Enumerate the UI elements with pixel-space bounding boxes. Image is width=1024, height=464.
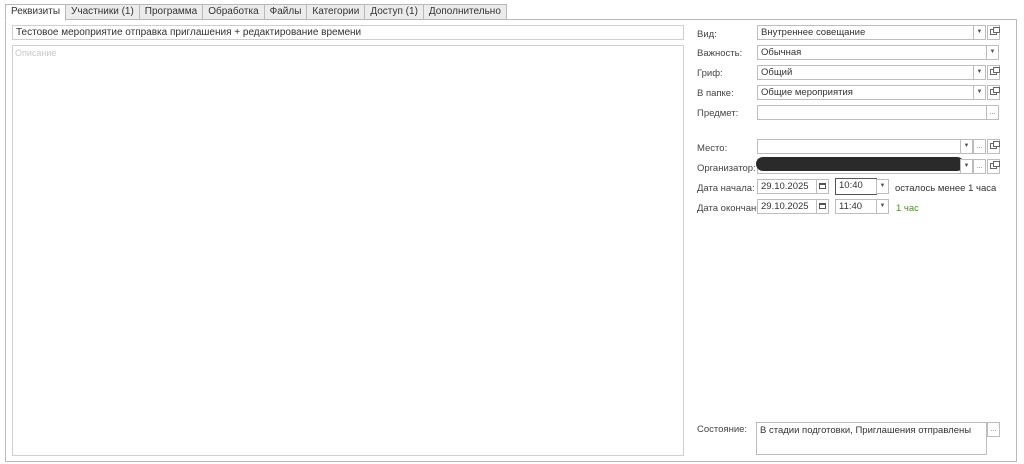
vid-label: Вид: — [697, 29, 717, 40]
end-time-field[interactable]: 11:40 — [835, 199, 877, 214]
tab-bar: Реквизиты Участники (1) Программа Обрабо… — [5, 4, 507, 21]
end-time-dropdown-button[interactable]: ▼ — [876, 199, 889, 214]
organizer-label: Организатор: — [697, 163, 756, 174]
place-field[interactable] — [757, 139, 961, 154]
tab-kategorii[interactable]: Категории — [306, 4, 366, 20]
calendar-icon — [819, 183, 826, 189]
grif-open-button[interactable] — [987, 65, 1000, 80]
tab-obrabotka[interactable]: Обработка — [202, 4, 265, 20]
importance-dropdown-button[interactable]: ▼ — [986, 45, 999, 60]
subject-input[interactable]: Тестовое мероприятие отправка приглашени… — [12, 25, 684, 40]
vid-open-button[interactable] — [987, 25, 1000, 40]
redaction-mark — [756, 157, 964, 171]
place-select-button[interactable]: ... — [973, 139, 986, 154]
open-icon — [990, 161, 1000, 169]
start-remaining-note: осталось менее 1 часа — [895, 183, 997, 194]
vid-dropdown-button[interactable]: ▼ — [973, 25, 986, 40]
tab-rekvizity[interactable]: Реквизиты — [5, 4, 67, 21]
tab-dostup[interactable]: Доступ (1) — [364, 4, 424, 20]
organizer-dropdown-button[interactable]: ▼ — [960, 159, 973, 174]
duration-note: 1 час — [896, 203, 919, 214]
folder-dropdown-button[interactable]: ▼ — [973, 85, 986, 100]
organizer-select-button[interactable]: ... — [973, 159, 986, 174]
start-label: Дата начала: — [697, 183, 755, 194]
open-icon — [990, 67, 1000, 75]
start-time-field[interactable]: 10:40 — [835, 178, 877, 195]
importance-label: Важность: — [697, 48, 743, 59]
state-label: Состояние: — [697, 424, 748, 435]
start-time-dropdown-button[interactable]: ▼ — [876, 179, 889, 194]
description-textarea[interactable]: Описание — [12, 45, 684, 456]
predmet-label: Предмет: — [697, 108, 739, 119]
tab-uchastniki[interactable]: Участники (1) — [65, 4, 140, 20]
predmet-field[interactable] — [757, 105, 987, 120]
description-placeholder: Описание — [15, 48, 57, 58]
open-icon — [990, 141, 1000, 149]
open-icon — [990, 87, 1000, 95]
grif-field[interactable]: Общий — [757, 65, 974, 80]
grif-dropdown-button[interactable]: ▼ — [973, 65, 986, 80]
end-date-field[interactable]: 29.10.2025 — [757, 199, 817, 214]
folder-field[interactable]: Общие мероприятия — [757, 85, 974, 100]
place-dropdown-button[interactable]: ▼ — [960, 139, 973, 154]
vid-field[interactable]: Внутреннее совещание — [757, 25, 974, 40]
place-label: Место: — [697, 143, 728, 154]
calendar-icon — [819, 203, 826, 209]
organizer-open-button[interactable] — [987, 159, 1000, 174]
grif-label: Гриф: — [697, 68, 723, 79]
start-calendar-button[interactable] — [816, 179, 829, 194]
importance-field[interactable]: Обычная — [757, 45, 987, 60]
folder-label: В папке: — [697, 88, 734, 99]
tab-dopolnitelno[interactable]: Дополнительно — [422, 4, 507, 20]
end-calendar-button[interactable] — [816, 199, 829, 214]
state-field: В стадии подготовки, Приглашения отправл… — [756, 422, 987, 455]
open-icon — [990, 27, 1000, 35]
folder-open-button[interactable] — [987, 85, 1000, 100]
state-select-button[interactable]: ... — [987, 422, 1000, 437]
tab-faily[interactable]: Файлы — [263, 4, 308, 20]
place-open-button[interactable] — [987, 139, 1000, 154]
start-date-field[interactable]: 29.10.2025 — [757, 179, 817, 194]
tab-programma[interactable]: Программа — [138, 4, 204, 20]
predmet-select-button[interactable]: ... — [986, 105, 999, 120]
